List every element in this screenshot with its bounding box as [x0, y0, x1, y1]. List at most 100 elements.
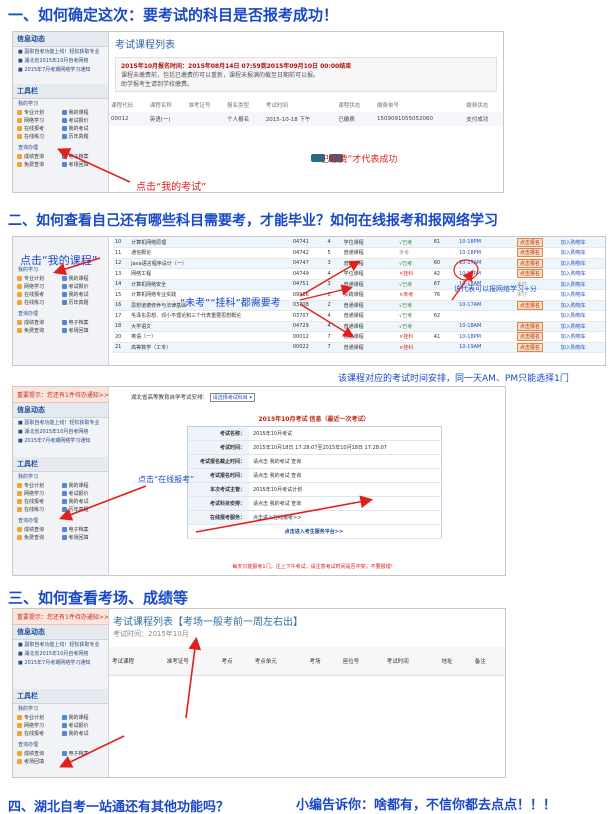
sidebar-item[interactable]: 我的课程 — [61, 109, 105, 116]
sidebar-item[interactable]: 网络学习 — [17, 283, 60, 290]
add-cart-link[interactable]: 加入购物车 — [558, 321, 605, 332]
sidebar-item[interactable]: 我的课程 — [61, 482, 105, 489]
add-cart-link[interactable]: 加入购物车 — [558, 268, 605, 280]
add-cart-link[interactable]: 加入购物车 — [558, 289, 605, 301]
add-cart-link[interactable]: 加入购物车 — [558, 247, 605, 259]
sidebar-item[interactable]: 成绩查询 — [17, 526, 60, 533]
sidebar-item[interactable]: 电子档案 — [61, 153, 105, 160]
notice-bar[interactable]: 重要提示：您还有1件待办通知>> — [13, 609, 108, 625]
sidebar-notice-title: 信息动态 — [13, 32, 108, 47]
apply-icon — [17, 499, 22, 504]
sidebar-item[interactable]: 历年真题 — [61, 133, 105, 140]
online-apply-link[interactable]: 点击进入在线报考>> — [249, 510, 441, 525]
add-cart-link[interactable]: 加入购物车 — [558, 300, 605, 311]
sidebar-item[interactable]: 在线练习 — [17, 506, 60, 513]
sidebar-item[interactable]: 考场回填 — [61, 327, 105, 334]
sidebar-item[interactable]: 在线报考 — [17, 730, 60, 737]
sidebar-query-title: 查询办理 — [18, 311, 39, 317]
screenshot-my-course: 我的学习 专业计划 我的课程 网络学习 考试报价 在线报考 我的考试 在线练习 … — [12, 236, 606, 366]
notice-bar[interactable]: 重要提示：您还有1件待办通知>> — [13, 387, 108, 403]
sidebar-item-online-apply[interactable]: 在线报考 — [17, 498, 60, 505]
exam-status-cell: ×挂科 — [397, 268, 432, 280]
query-icon — [17, 162, 22, 167]
sidebar-item[interactable]: 我的考试 — [61, 291, 105, 298]
sidebar-item[interactable]: 专业计划 — [17, 275, 60, 282]
sidebar-item[interactable]: 考试报价 — [61, 117, 105, 124]
practice-icon — [17, 507, 22, 512]
sidebar-notice-line[interactable]: ■ 副职自考功能上线！轻松获取专业 — [13, 47, 108, 56]
sidebar-item[interactable]: 在线报考 — [17, 291, 60, 298]
sidebar-item[interactable]: 专业计划 — [17, 109, 60, 116]
sidebar-item-my-course[interactable]: 我的课程 — [61, 275, 105, 282]
sidebar-notice-line[interactable]: ■ 湖北省2015年10月自考网络 — [13, 427, 108, 436]
sidebar-item[interactable]: 免费查询 — [17, 534, 60, 541]
sidebar-notice-line[interactable]: ■ 湖北省2015年10月自考网络 — [13, 649, 108, 658]
sidebar-notice-line[interactable]: ■ 湖北省2015年10月自考网络 — [13, 56, 108, 65]
sidebar-item[interactable]: 电子档案 — [61, 750, 105, 757]
sidebar-item[interactable]: 网络学习 — [17, 722, 60, 729]
table-cell: 18 — [113, 321, 130, 332]
note-click-my-course: 点击“我的课程” — [20, 254, 98, 267]
add-cart-link[interactable]: 加入购物车 — [558, 258, 605, 269]
sidebar-item[interactable]: 考试报价 — [61, 722, 105, 729]
apply-button[interactable]: 点击报名 — [516, 258, 543, 268]
sidebar-item[interactable]: 专业计划 — [17, 482, 60, 489]
sidebar-notice-line[interactable]: ■ 2015年7月考期网络学习通知 — [13, 65, 108, 74]
sidebar-item[interactable]: 电子档案 — [61, 319, 105, 326]
sidebar-item[interactable]: 在线报考 — [17, 125, 60, 132]
sidebar-item[interactable]: 网络学习 — [17, 490, 60, 497]
study-icon — [17, 491, 22, 496]
price-icon — [61, 491, 67, 496]
sidebar-item-exam-room[interactable]: 考场回填 — [17, 758, 60, 765]
sidebar-query-title: 查询办理 — [18, 742, 39, 748]
apply-button[interactable]: 点击报名 — [516, 332, 543, 342]
sidebar-item[interactable]: 在线练习 — [17, 133, 60, 140]
sidebar-item[interactable]: 历年真题 — [61, 506, 105, 513]
apply-button[interactable]: 点击报名 — [516, 300, 543, 310]
apply-button[interactable]: 点击报名 — [516, 269, 543, 279]
archive-icon — [61, 154, 67, 159]
sidebar-item[interactable]: 免费查询 — [17, 161, 60, 168]
sidebar-item[interactable]: 免费查询 — [17, 327, 60, 334]
table-cell — [431, 321, 458, 332]
apply-button[interactable]: 点击报名 — [516, 321, 543, 331]
apply-button[interactable]: 点击报名 — [516, 248, 543, 258]
table-cell: 英语（一） — [129, 331, 291, 343]
sidebar-item[interactable]: 考试报价 — [61, 490, 105, 497]
enter-platform-button[interactable]: 点击进入考生服务平台>> — [187, 524, 441, 539]
sidebar-item[interactable]: 考试报价 — [61, 283, 105, 290]
exam-status-cell: √已考 — [397, 258, 432, 269]
table-cell: 13 — [113, 268, 130, 280]
add-cart-link[interactable]: 加入购物车 — [558, 331, 605, 343]
sidebar-item[interactable]: 成绩查询 — [17, 750, 60, 757]
add-cart-link[interactable]: 加入购物车 — [558, 310, 605, 322]
sidebar-notice-line[interactable]: ■ 副职自考功能上线！轻松获取专业 — [13, 418, 108, 427]
exam-status-cell: ×挂科 — [397, 331, 432, 343]
exam-select[interactable]: 请选择考试科目 ▾ — [209, 393, 255, 402]
sidebar-item[interactable]: 在线练习 — [17, 299, 60, 306]
sidebar-notice-line[interactable]: ■ 2015年7月考期网络学习通知 — [13, 658, 108, 667]
sidebar-study-grid: 专业计划 我的课程 网络学习 考试报价 在线报考 我的考试 在线练习 历年真题 — [13, 481, 108, 514]
apply-button[interactable]: 点击报名 — [516, 237, 543, 247]
sidebar-item[interactable]: 考场回填 — [61, 534, 105, 541]
sidebar-notice-line[interactable]: ■ 副职自考功能上线！轻松获取专业 — [13, 640, 108, 649]
sidebar-item[interactable]: 我的考试 — [61, 498, 105, 505]
sidebar-item[interactable]: 电子档案 — [61, 526, 105, 533]
sidebar-notice-line[interactable]: ■ 2015年7月考期网络学习通知 — [13, 436, 108, 445]
sidebar-item[interactable]: 网络学习 — [17, 117, 60, 124]
apply-button[interactable]: 点击报名 — [516, 342, 543, 352]
sidebar-item[interactable]: 我的课程 — [61, 714, 105, 721]
sidebar-item[interactable]: 我的考试 — [61, 730, 105, 737]
add-cart-link[interactable]: 加入购物车 — [558, 279, 605, 290]
add-cart-link[interactable]: 加入购物车 — [558, 342, 605, 353]
add-cart-link[interactable]: 加入购物车 — [558, 237, 605, 248]
table-cell: 41 — [431, 331, 458, 343]
sidebar-item[interactable]: 专业计划 — [17, 714, 60, 721]
sidebar-item[interactable]: 历年真题 — [61, 299, 105, 306]
sidebar-item[interactable]: 成绩查询 — [17, 153, 60, 160]
sidebar-item[interactable]: 考场回填 — [61, 161, 105, 168]
sidebar-item-my-exam[interactable]: 我的考试 — [61, 125, 105, 132]
sidebar-item[interactable]: 成绩查询 — [17, 319, 60, 326]
sidebar-toolbar-title: 工具栏 — [13, 689, 108, 704]
exam-list-title: 考试课程列表 — [115, 40, 175, 51]
